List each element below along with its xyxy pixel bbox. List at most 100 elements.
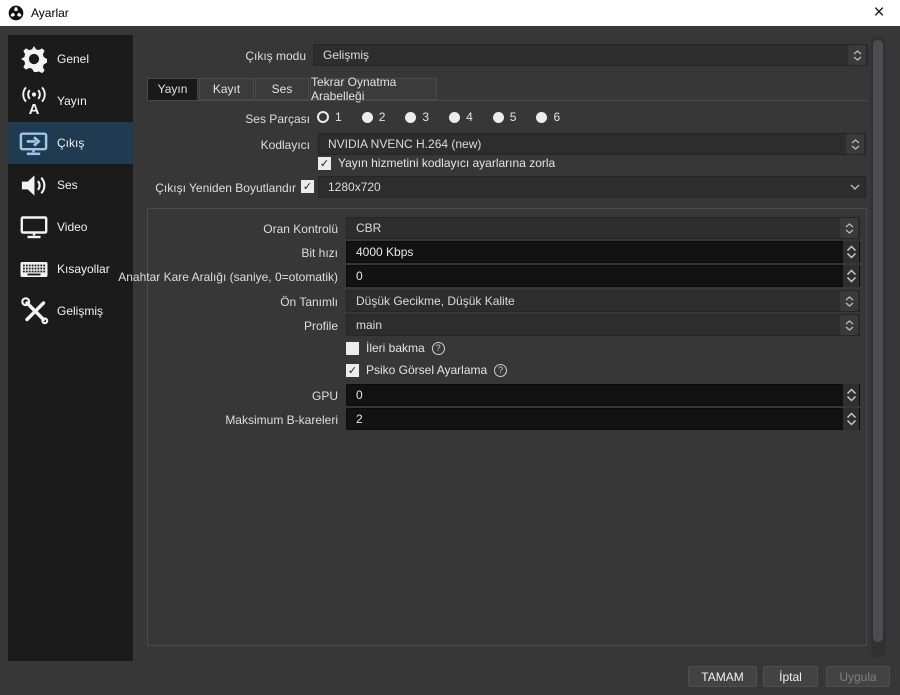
tab-yayin[interactable]: Yayın [147,78,198,100]
sidebar-item-genel[interactable]: Genel [8,38,133,80]
gpu-value: 0 [356,388,363,402]
rescale-label: Çıkışı Yeniden Boyutlandır [155,181,296,195]
max-bframes-input[interactable]: 2 [346,408,860,430]
preset-value: Düşük Gecikme, Düşük Kalite [356,294,515,308]
spinner-arrows[interactable] [843,408,859,430]
bitrate-value: 4000 Kbps [356,245,414,259]
psycho-visual-checkbox[interactable]: ✓ [346,363,359,377]
rate-control-select[interactable]: CBR [346,217,860,239]
max-bframes-value: 2 [356,412,363,426]
output-mode-select[interactable]: Gelişmiş [313,44,868,66]
radio-label: 4 [466,110,473,124]
look-ahead-label: İleri bakma [366,341,425,355]
radio-track-5[interactable] [492,111,504,123]
close-button[interactable]: × [864,0,894,26]
radio-track-4[interactable] [449,111,461,123]
cancel-button[interactable]: İptal [763,666,818,687]
output-mode-label: Çıkış modu [245,49,306,63]
sidebar-item-label: Gelişmiş [57,304,104,318]
max-bframes-label: Maksimum B-kareleri [225,413,338,427]
speaker-icon [17,169,50,202]
encoder-value: NVIDIA NVENC H.264 (new) [328,137,482,151]
keyboard-icon [17,253,50,286]
spinner-icons[interactable] [840,218,858,238]
gpu-label: GPU [311,389,338,403]
apply-button[interactable]: Uygula [826,666,890,687]
preset-label: Ön Tanımlı [280,295,338,309]
enforce-service-row: ✓ Yayın hizmetini kodlayıcı ayarlarına z… [318,156,555,170]
tools-icon [17,295,50,328]
tab-kayit[interactable]: Kayıt [199,78,254,100]
output-monitor-icon [17,127,50,160]
ok-button[interactable]: TAMAM [688,666,757,687]
tab-ses[interactable]: Ses [255,78,309,100]
enforce-service-checkbox[interactable]: ✓ [318,156,331,170]
sidebar-item-label: Genel [57,52,90,66]
radio-track-6[interactable] [536,111,548,123]
look-ahead-checkbox[interactable] [346,341,359,355]
spinner-icons[interactable] [848,45,866,65]
help-icon[interactable]: ? [494,363,508,377]
scrollbar-thumb[interactable] [873,40,883,642]
spinner-arrows[interactable] [843,241,859,263]
sidebar-item-label: Video [57,220,88,234]
tab-pane-border [147,100,868,101]
sidebar-item-yayin[interactable]: A Yayın [8,80,133,122]
monitor-icon [17,211,50,244]
profile-value: main [356,318,383,332]
svg-text:A: A [28,101,39,116]
spinner-icons[interactable] [840,291,858,311]
rescale-checkbox-wrap: ✓ [301,180,314,193]
radio-label: 6 [553,110,561,124]
scrollbar-track[interactable] [871,36,886,658]
sidebar: Genel A Yayın Çıkış Ses Video Kısayollar… [8,35,133,661]
radio-track-1[interactable] [317,111,329,123]
radio-label: 5 [509,110,517,124]
sidebar-item-ses[interactable]: Ses [8,164,133,206]
help-icon[interactable]: ? [431,341,445,355]
keyframe-interval-input[interactable]: 0 [346,265,860,287]
output-mode-value: Gelişmiş [323,48,370,62]
profile-select[interactable]: main [346,314,860,336]
rescale-value: 1280x720 [328,180,381,194]
gear-icon [17,43,50,76]
sidebar-item-label: Yayın [57,94,87,108]
sidebar-item-label: Ses [57,178,78,192]
encoder-label: Kodlayıcı [260,138,310,152]
chevron-down-icon[interactable] [845,177,865,197]
spinner-arrows[interactable] [843,265,859,287]
psycho-visual-label: Psiko Görsel Ayarlama [366,363,488,377]
rescale-select[interactable]: 1280x720 [318,176,866,198]
encoder-select[interactable]: NVIDIA NVENC H.264 (new) [318,133,866,155]
titlebar: Ayarlar × [0,0,900,26]
sidebar-item-label: Çıkış [57,136,85,150]
sidebar-item-cikis[interactable]: Çıkış [8,122,133,164]
enforce-service-label: Yayın hizmetini kodlayıcı ayarlarına zor… [338,156,556,170]
sidebar-item-video[interactable]: Video [8,206,133,248]
spinner-icons[interactable] [840,315,858,335]
window-title: Ayarlar [31,6,69,20]
bitrate-input[interactable]: 4000 Kbps [346,241,860,263]
radio-label: 1 [335,110,342,124]
audio-track-radios: 1 2 3 4 5 6 [317,110,560,124]
look-ahead-row: İleri bakma ? [346,341,445,355]
preset-select[interactable]: Düşük Gecikme, Düşük Kalite [346,290,860,312]
audio-track-label: Ses Parçası [245,112,310,126]
spinner-arrows[interactable] [843,384,859,406]
gpu-input[interactable]: 0 [346,384,860,406]
rate-control-value: CBR [356,221,382,235]
settings-window: Ayarlar × Genel A Yayın Çıkış Ses Video … [0,0,900,695]
radio-label: 2 [378,110,386,124]
radio-track-2[interactable] [361,111,373,123]
tab-tekrar-oynatma[interactable]: Tekrar Oynatma Arabelleği [310,75,437,103]
radio-track-3[interactable] [405,111,417,123]
radio-label: 3 [422,110,430,124]
profile-label: Profile [303,319,338,333]
psycho-visual-row: ✓ Psiko Görsel Ayarlama ? [346,363,508,377]
spinner-icons[interactable] [846,134,864,154]
bitrate-label: Bit hızı [301,246,338,260]
keyframe-interval-value: 0 [356,269,363,283]
sidebar-item-gelismis[interactable]: Gelişmiş [8,290,133,332]
rate-control-label: Oran Kontrolü [263,222,338,236]
rescale-checkbox[interactable]: ✓ [301,180,314,193]
